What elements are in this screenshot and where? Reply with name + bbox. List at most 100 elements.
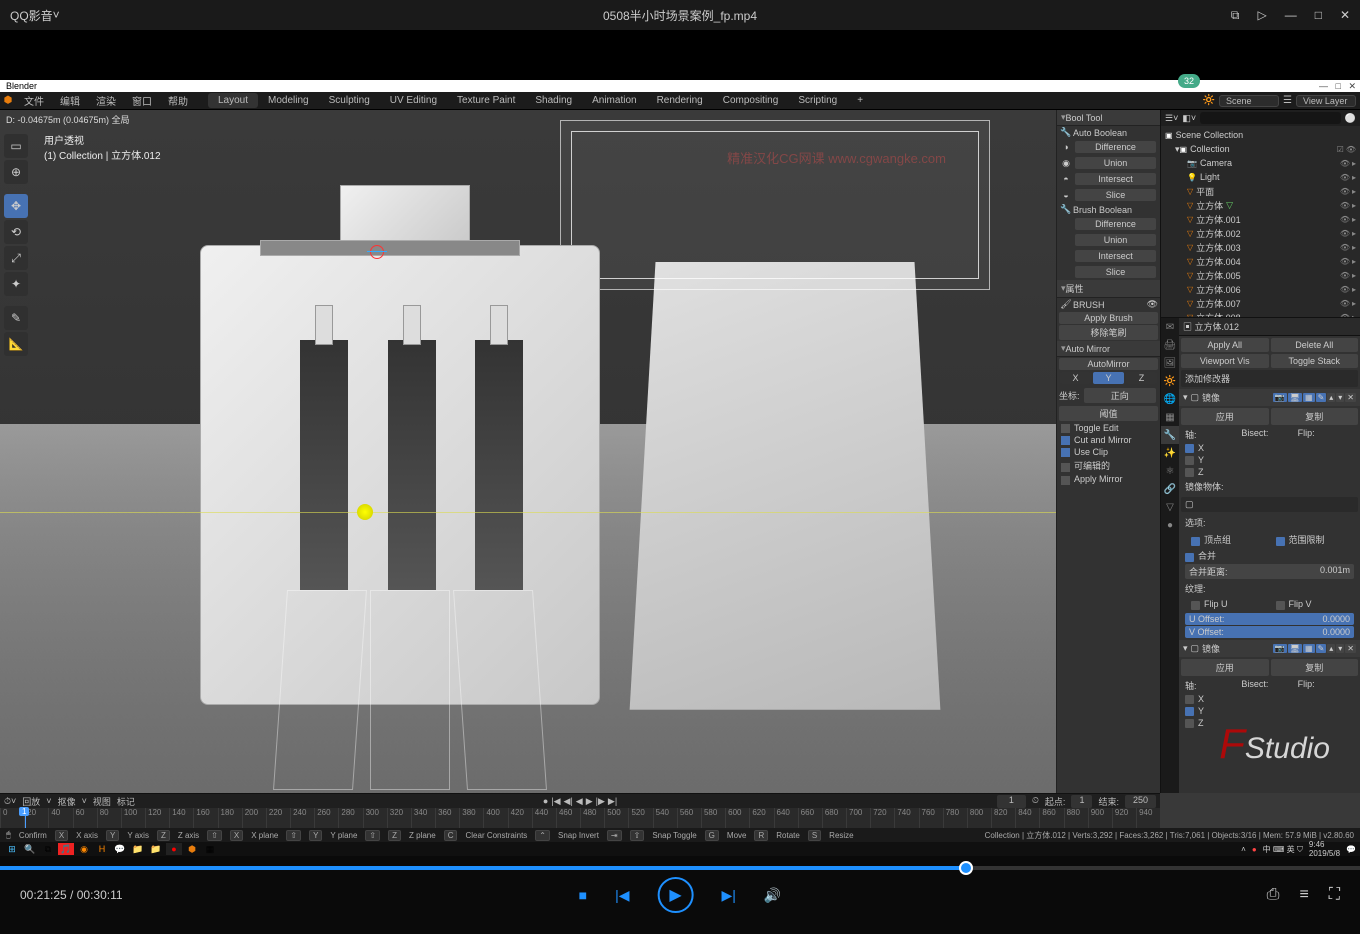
obj-cube7[interactable]: 立方体.007	[1196, 297, 1241, 310]
playback-menu[interactable]: 回放	[22, 795, 40, 808]
obj-cube1[interactable]: 立方体.001	[1196, 213, 1241, 226]
menu-render[interactable]: 渲染	[88, 93, 124, 108]
outliner-display-icon[interactable]: ◧˅	[1182, 113, 1196, 124]
prop-tab-modifier[interactable]: 🔧	[1161, 426, 1179, 444]
tab-comp[interactable]: Compositing	[713, 93, 789, 108]
tab-script[interactable]: Scripting	[788, 93, 847, 108]
tool-measure[interactable]: 📐	[4, 332, 28, 356]
add-modifier-dropdown[interactable]: 添加修改器	[1181, 370, 1358, 387]
chk-cut-mirror[interactable]: Cut and Mirror	[1057, 434, 1160, 446]
tray-up-icon[interactable]: ˄	[1241, 845, 1246, 854]
tab-modeling[interactable]: Modeling	[258, 93, 319, 108]
qq-app-name[interactable]: QQ影音	[10, 7, 53, 24]
prop-tab-data[interactable]: ▽	[1161, 498, 1179, 516]
u-offset-field[interactable]: U Offset:0.0000	[1185, 613, 1354, 625]
search-icon[interactable]: 🔍	[22, 843, 38, 855]
app-qq-icon[interactable]: 🎵	[58, 843, 74, 855]
prop-tab-render[interactable]: ✉	[1161, 318, 1179, 336]
timeline-mode-icon[interactable]: ⏱˅	[4, 796, 16, 807]
minimize-icon[interactable]: —	[1285, 8, 1297, 23]
axis-y[interactable]: Y	[1179, 454, 1360, 466]
tab-anim[interactable]: Animation	[582, 93, 646, 108]
app-blender-icon[interactable]: ⬢	[184, 843, 200, 855]
tool-cursor[interactable]: ⊕	[4, 160, 28, 184]
sec-automirror[interactable]: Auto Mirror	[1057, 341, 1160, 357]
modifier-mirror-2[interactable]: ▾▢镜像 📷🖥▦✎▴▾✕	[1179, 640, 1360, 657]
btn-delete-all[interactable]: Delete All	[1271, 338, 1359, 352]
prop-tab-view[interactable]: 🖼	[1161, 354, 1179, 372]
obj-cube4[interactable]: 立方体.004	[1196, 255, 1241, 268]
scene-field[interactable]: Scene	[1219, 95, 1279, 107]
playlist-icon[interactable]: ≡	[1299, 886, 1308, 904]
prop-tab-constraint[interactable]: 🔗	[1161, 480, 1179, 498]
chk-flipv[interactable]: Flip V	[1270, 598, 1355, 610]
btn-slice[interactable]: Slice	[1075, 189, 1156, 201]
chk-toggle-edit[interactable]: Toggle Edit	[1057, 422, 1160, 434]
stop-icon[interactable]: ■	[579, 887, 587, 903]
playhead[interactable]	[25, 808, 26, 829]
tab-sculpting[interactable]: Sculpting	[319, 93, 380, 108]
autokey-icon[interactable]: ●	[543, 796, 548, 807]
play-button[interactable]: ▶	[658, 877, 694, 913]
tool-rotate[interactable]: ⟲	[4, 220, 28, 244]
play-icon[interactable]: ▶	[586, 796, 593, 807]
chk-vgroup[interactable]: 顶点组	[1185, 532, 1270, 547]
tab-rendering[interactable]: Rendering	[647, 93, 713, 108]
tab-add[interactable]: +	[847, 93, 873, 108]
chk-editable[interactable]: 可编辑的	[1057, 458, 1160, 473]
prop-tab-object[interactable]: ▦	[1161, 408, 1179, 426]
btn-bslice[interactable]: Slice	[1075, 266, 1156, 278]
next-icon[interactable]: ▶|	[722, 887, 736, 904]
tab-uv[interactable]: UV Editing	[380, 93, 447, 108]
chk-apply-mirror[interactable]: Apply Mirror	[1057, 473, 1160, 485]
btn-mod-copy2[interactable]: 复制	[1271, 659, 1359, 676]
obj-cube5[interactable]: 立方体.005	[1196, 269, 1241, 282]
breadcrumb-obj[interactable]: 立方体.012	[1195, 322, 1240, 332]
menu-file[interactable]: 文件	[16, 93, 52, 108]
chk-flipu[interactable]: Flip U	[1185, 598, 1270, 610]
obj-cube8[interactable]: 立方体.008	[1196, 311, 1241, 319]
btn-apply-brush[interactable]: Apply Brush	[1059, 312, 1158, 324]
jump-start-icon[interactable]: |◀	[551, 796, 560, 807]
tool-move[interactable]: ✥	[4, 194, 28, 218]
obj-cube6[interactable]: 立方体.006	[1196, 283, 1241, 296]
sec-props[interactable]: 属性	[1057, 280, 1160, 298]
seekbar[interactable]	[0, 866, 1360, 870]
modifier-mirror-1[interactable]: ▾▢镜像 📷🖥▦✎▴▾✕	[1179, 389, 1360, 406]
viewlayer-field[interactable]: View Layer	[1296, 95, 1356, 107]
obj-camera[interactable]: Camera	[1200, 158, 1232, 168]
tool-select[interactable]: ▭	[4, 134, 28, 158]
obj-light[interactable]: Light	[1200, 172, 1220, 182]
prop-tab-particle[interactable]: ✨	[1161, 444, 1179, 462]
btn-mod-apply[interactable]: 应用	[1181, 408, 1269, 425]
blender-window-buttons[interactable]: — □ ✕	[1319, 80, 1356, 92]
app-bandicam-icon[interactable]: ●	[166, 843, 182, 855]
app-folder-icon[interactable]: 📁	[148, 843, 164, 855]
axis2-x[interactable]: X	[1179, 693, 1360, 705]
view-menu[interactable]: 视图	[93, 795, 111, 808]
maximize-icon[interactable]: □	[1315, 8, 1322, 23]
next-key-icon[interactable]: |▶	[596, 796, 605, 807]
app-explorer-icon[interactable]: 📁	[130, 843, 146, 855]
coord-dropdown[interactable]: 正向	[1084, 388, 1156, 403]
btn-toggle-stack[interactable]: Toggle Stack	[1271, 354, 1359, 368]
tray-red-icon[interactable]: ●	[1252, 845, 1257, 854]
axis2-y[interactable]: Y	[1179, 705, 1360, 717]
btn-binter[interactable]: Intersect	[1075, 250, 1156, 262]
axis-z[interactable]: Z	[1179, 466, 1360, 478]
blender-logo-icon[interactable]: ⬢	[0, 95, 16, 106]
obj-cube2[interactable]: 立方体.002	[1196, 227, 1241, 240]
prop-tab-scene[interactable]: 🔆	[1161, 372, 1179, 390]
prop-tab-output[interactable]: 🖨	[1161, 336, 1179, 354]
collection[interactable]: Collection	[1190, 144, 1230, 154]
sec-booltool[interactable]: Bool Tool	[1057, 110, 1160, 126]
btn-intersect[interactable]: Intersect	[1075, 173, 1156, 185]
pip-icon[interactable]: ⧉	[1231, 8, 1240, 23]
prop-tab-material[interactable]: ●	[1161, 516, 1179, 534]
tray-notif-icon[interactable]: 💬	[1346, 845, 1356, 854]
share-icon[interactable]: ▷	[1257, 8, 1266, 23]
start-frame[interactable]: 1	[1071, 795, 1092, 808]
obj-plane[interactable]: 平面	[1196, 185, 1214, 198]
btn-viewport-vis[interactable]: Viewport Vis	[1181, 354, 1269, 368]
prop-tab-physics[interactable]: ⚛	[1161, 462, 1179, 480]
